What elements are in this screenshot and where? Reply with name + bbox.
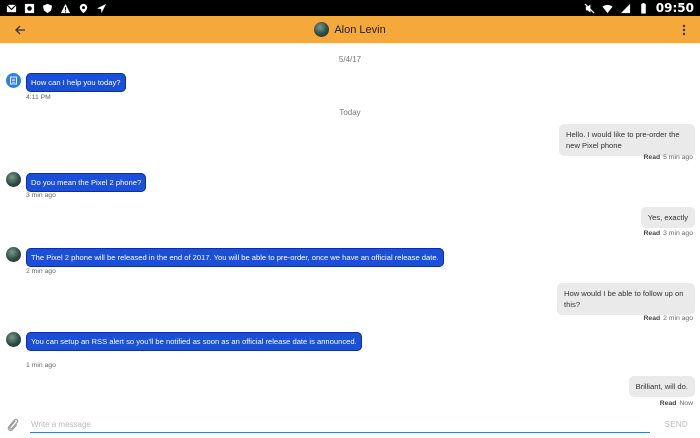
message-timestamp: Now: [679, 400, 693, 407]
image-icon: [24, 3, 35, 13]
status-bar-notifications: [6, 3, 107, 14]
message-status: Read 3 min ago: [644, 230, 693, 237]
app-bar: Alon Levin: [0, 16, 700, 43]
paperclip-icon: [7, 418, 19, 432]
message-timestamp: 3 min ago: [26, 192, 56, 199]
outgoing-message: Hello. I would like to pre-order the new…: [559, 124, 695, 156]
conversation-title[interactable]: Alon Levin: [314, 22, 386, 37]
wifi-icon: [602, 4, 613, 13]
incoming-message: How can I help you today?: [26, 73, 126, 92]
status-bar: 09:50: [0, 0, 700, 16]
avatar: [314, 22, 330, 37]
attach-button[interactable]: [6, 417, 20, 433]
message-composer: SEND: [0, 413, 700, 438]
read-receipt: Read: [643, 230, 661, 237]
outgoing-message: How would I be able to follow up on this…: [557, 283, 695, 315]
read-receipt: Read: [659, 400, 677, 407]
overflow-menu-button[interactable]: [676, 20, 692, 40]
bot-avatar: [6, 73, 21, 88]
avatar: [6, 332, 21, 347]
nav-icon: [96, 3, 107, 13]
avatar: [6, 247, 21, 262]
warning-icon: [60, 3, 71, 13]
battery-icon: [641, 2, 646, 14]
more-vertical-icon: [682, 24, 686, 36]
chat-thread[interactable]: 5/4/17 How can I help you today? 4:11 PM…: [0, 43, 700, 413]
incoming-message: Do you mean the Pixel 2 phone?: [26, 173, 147, 192]
message-timestamp: 3 min ago: [663, 230, 693, 237]
location-icon: [79, 3, 88, 13]
message-status: Read 2 min ago: [644, 315, 693, 322]
message-timestamp: 4:11 PM: [26, 94, 51, 101]
incoming-message: The Pixel 2 phone will be released in th…: [26, 248, 444, 267]
back-button[interactable]: [10, 20, 30, 40]
message-timestamp: 1 min ago: [26, 362, 56, 369]
arrow-left-icon: [15, 25, 25, 35]
shield-icon: [42, 3, 53, 13]
avatar: [6, 172, 21, 187]
date-separator: 5/4/17: [338, 55, 362, 64]
outgoing-message: Yes, exactly: [640, 207, 695, 228]
message-input[interactable]: [30, 417, 650, 433]
mute-icon: [584, 2, 595, 14]
message-timestamp: 2 min ago: [26, 268, 56, 275]
message-status: Read 5 min ago: [644, 154, 693, 161]
send-button[interactable]: SEND: [665, 420, 688, 429]
status-time: 09:50: [655, 1, 694, 15]
outgoing-message: Brilliant, will do.: [628, 376, 695, 397]
document-icon: [10, 76, 17, 85]
status-bar-system: 09:50: [584, 1, 694, 15]
read-receipt: Read: [643, 315, 661, 322]
message-timestamp: 2 min ago: [663, 315, 693, 322]
incoming-message: You can setup an RSS alert so you'll be …: [26, 332, 362, 351]
message-timestamp: 5 min ago: [663, 154, 693, 161]
read-receipt: Read: [643, 154, 661, 161]
page-title: Alon Levin: [334, 23, 386, 36]
mail-icon: [6, 3, 17, 12]
message-status: Read Now: [660, 400, 693, 407]
signal-icon: [620, 3, 630, 13]
date-separator: Today: [339, 108, 361, 117]
